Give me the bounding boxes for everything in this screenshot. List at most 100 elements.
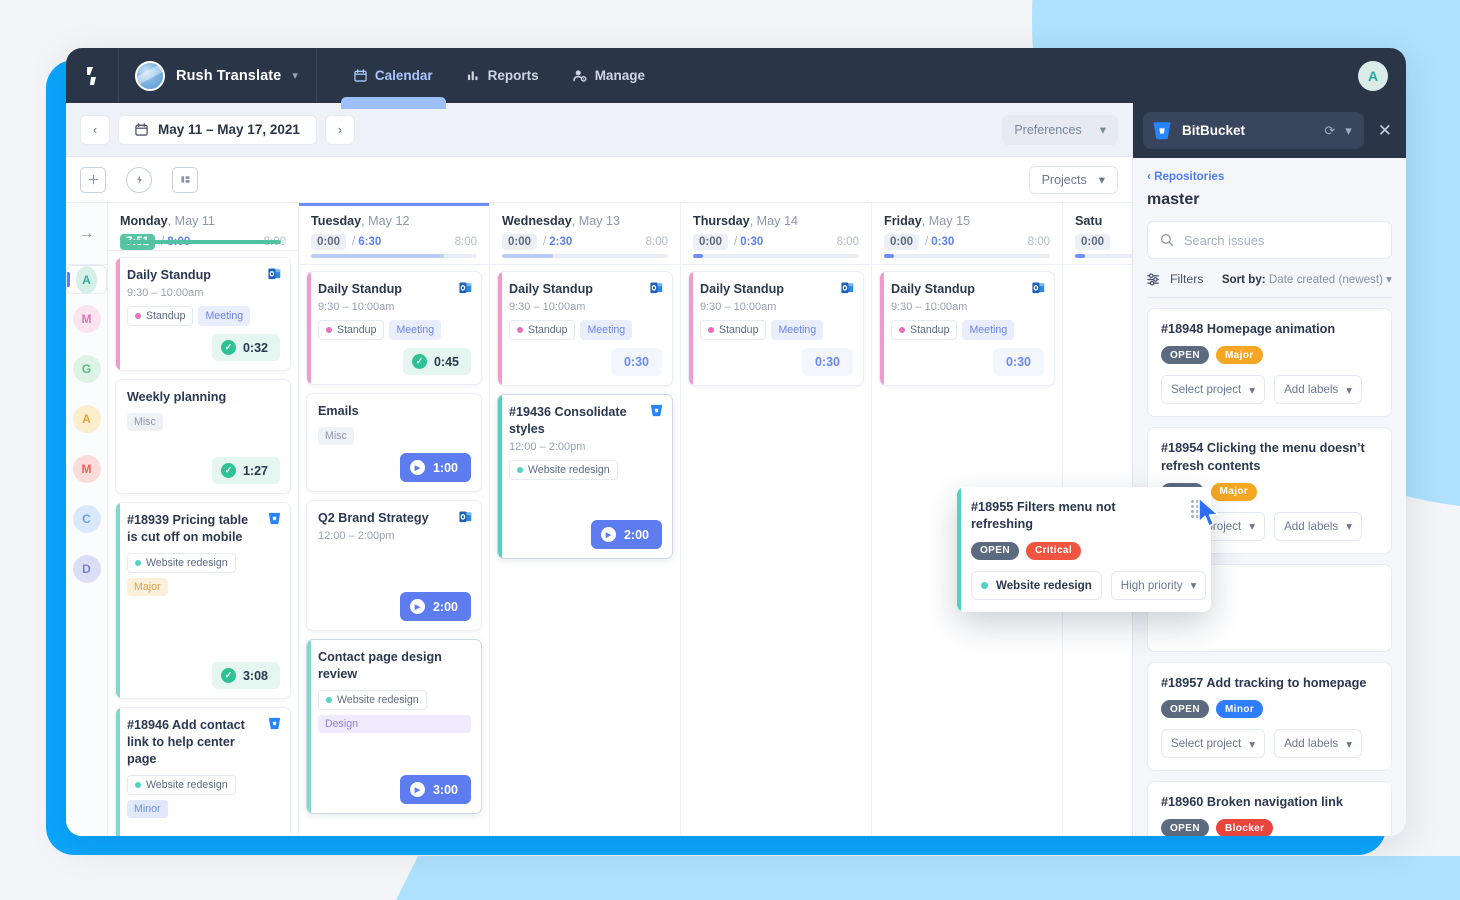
day-weekday: Friday bbox=[884, 214, 922, 228]
play-icon: ▶ bbox=[409, 782, 425, 797]
status-badge: OPEN bbox=[1161, 819, 1209, 836]
issue-card[interactable]: #18957 Add tracking to homepage OPEN Minor… bbox=[1147, 661, 1392, 772]
card-accent-stripe bbox=[116, 258, 120, 370]
event-tag[interactable]: Major bbox=[127, 578, 168, 596]
close-icon[interactable]: ✕ bbox=[1378, 121, 1392, 141]
event-tag[interactable]: Standup bbox=[891, 320, 958, 340]
tracked-time-pill[interactable]: ✓ 3:08 bbox=[211, 662, 280, 689]
event-tag[interactable]: Standup bbox=[700, 320, 767, 340]
event-card[interactable]: #18946 Add contact link to help center p… bbox=[115, 707, 291, 836]
refresh-icon[interactable]: ⟳ bbox=[1324, 123, 1335, 139]
project-select[interactable]: Select project ▾ bbox=[1161, 375, 1266, 405]
rail-avatar-6[interactable]: D bbox=[66, 544, 107, 594]
event-tag[interactable]: Design bbox=[318, 715, 471, 733]
planned-time-pill[interactable]: 0:30 bbox=[992, 348, 1044, 376]
event-card[interactable]: Emails Misc ▶ 1:00 bbox=[306, 393, 482, 492]
expand-rail-button[interactable]: → bbox=[66, 203, 107, 265]
avatar: D bbox=[72, 555, 101, 583]
integration-selector[interactable]: BitBucket ⟳ ▾ bbox=[1143, 112, 1364, 149]
event-title: Contact page design review bbox=[318, 650, 442, 681]
event-tag[interactable]: Meeting bbox=[962, 320, 1015, 340]
rail-avatar-1[interactable]: M bbox=[66, 294, 107, 344]
rail-avatar-5[interactable]: C bbox=[66, 494, 107, 544]
rail-avatar-3[interactable]: A bbox=[66, 394, 107, 444]
event-tag[interactable]: Meeting bbox=[580, 320, 633, 340]
event-footer: ✓ 1:27 bbox=[127, 457, 280, 484]
filters-label[interactable]: Filters bbox=[1170, 272, 1203, 286]
nav-tab-reports[interactable]: Reports bbox=[450, 48, 556, 103]
rail-avatar-0[interactable]: A bbox=[66, 265, 107, 294]
event-card[interactable]: Weekly planning Misc ✓ 1:27 bbox=[115, 379, 291, 494]
event-tag[interactable]: Standup bbox=[127, 306, 194, 326]
rail-avatar-2[interactable]: G bbox=[66, 344, 107, 394]
start-timer-button[interactable] bbox=[126, 166, 152, 193]
start-timer-pill[interactable]: ▶ 2:00 bbox=[399, 592, 471, 621]
status-badge: OPEN bbox=[1161, 346, 1209, 365]
tracked-time-pill[interactable]: ✓ 0:45 bbox=[402, 348, 471, 375]
event-tag[interactable]: Meeting bbox=[389, 320, 442, 340]
labels-select[interactable]: Add labels ▾ bbox=[1274, 375, 1363, 405]
rail-avatar-4[interactable]: M bbox=[66, 444, 107, 494]
event-tag[interactable]: Website redesign bbox=[509, 460, 618, 480]
event-card[interactable]: Daily Standup 9:30 – 10:00am Standup Meetin… bbox=[497, 271, 673, 386]
planned-time-pill[interactable]: 0:30 bbox=[801, 348, 853, 376]
start-timer-pill[interactable]: ▶ 3:00 bbox=[399, 775, 471, 804]
event-card[interactable]: #19436 Consolidate styles 12:00 – 2:00pm W… bbox=[497, 394, 673, 559]
event-card[interactable]: #18939 Pricing table is cut off on mobil… bbox=[115, 502, 291, 699]
event-tag[interactable]: Standup bbox=[509, 320, 576, 340]
event-tag[interactable]: Misc bbox=[127, 413, 163, 431]
labels-select[interactable]: Add labels ▾ bbox=[1274, 511, 1363, 541]
event-tag[interactable]: Misc bbox=[318, 427, 354, 445]
avatar[interactable]: A bbox=[1358, 60, 1388, 91]
planned-time-pill[interactable]: 0:30 bbox=[610, 348, 662, 376]
prev-week-button[interactable]: ‹ bbox=[80, 114, 110, 145]
event-tag[interactable]: Minor bbox=[127, 800, 168, 818]
tracked-time-pill[interactable]: ✓ 1:27 bbox=[211, 457, 280, 484]
event-card[interactable]: Daily Standup 9:30 – 10:00am Standup Meetin… bbox=[879, 271, 1055, 386]
event-tag[interactable]: Website redesign bbox=[127, 553, 236, 573]
app-logo[interactable] bbox=[66, 48, 119, 103]
calendar-pane: ‹ May 11 – May 17, 2021 › Preferences ▾ bbox=[66, 103, 1132, 836]
preferences-button[interactable]: Preferences ▾ bbox=[1002, 114, 1118, 145]
issue-card[interactable]: #18960 Broken navigation link OPEN Blocker… bbox=[1147, 781, 1392, 836]
nav-tab-manage[interactable]: Manage bbox=[556, 48, 662, 103]
nav-tab-calendar[interactable]: Calendar bbox=[337, 48, 450, 109]
day-progress-bar bbox=[693, 254, 859, 258]
day-goal: /2:30 bbox=[543, 236, 573, 248]
dragged-issue-controls: Website redesign High priority ▾ bbox=[971, 570, 1207, 600]
event-card[interactable]: Daily Standup 9:30 – 10:00am Standup Meetin… bbox=[688, 271, 864, 386]
start-timer-pill[interactable]: ▶ 2:00 bbox=[590, 520, 662, 549]
project-select[interactable]: Select project ▾ bbox=[1161, 729, 1266, 759]
chevron-down-icon[interactable]: ▾ bbox=[1345, 123, 1352, 139]
date-range-picker[interactable]: May 11 – May 17, 2021 bbox=[118, 114, 317, 145]
add-entry-button[interactable] bbox=[80, 166, 106, 193]
labels-select[interactable]: Add labels ▾ bbox=[1274, 729, 1363, 759]
workspace-switcher[interactable]: Rush Translate ▾ bbox=[119, 48, 317, 103]
estimated-time-value: 1:00 bbox=[432, 460, 458, 475]
issue-controls: Select project ▾ Add labels ▾ bbox=[1161, 375, 1379, 405]
event-tag[interactable]: Website redesign bbox=[127, 775, 236, 795]
event-tag[interactable]: Website redesign bbox=[318, 690, 427, 710]
event-tag[interactable]: Meeting bbox=[198, 306, 251, 326]
select-label: Add labels bbox=[1284, 383, 1339, 397]
event-tag[interactable]: Standup bbox=[318, 320, 385, 340]
event-card[interactable]: Contact page design review Website redesi… bbox=[306, 639, 482, 814]
sort-control[interactable]: Sort by: Date created (newest) ▾ bbox=[1222, 272, 1392, 286]
start-timer-pill[interactable]: ▶ 1:00 bbox=[399, 453, 471, 482]
search-input[interactable] bbox=[1184, 232, 1379, 248]
tracked-time-pill[interactable]: ✓ 0:32 bbox=[211, 334, 280, 361]
board-view-button[interactable] bbox=[172, 166, 198, 193]
projects-filter-button[interactable]: Projects ▾ bbox=[1028, 165, 1118, 194]
event-card[interactable]: Daily Standup 9:30 – 10:00am Standup Meetin… bbox=[115, 257, 291, 371]
event-tag[interactable]: Meeting bbox=[771, 320, 824, 340]
event-tag-label: Website redesign bbox=[528, 464, 610, 476]
priority-select[interactable]: High priority ▾ bbox=[1110, 570, 1207, 600]
dragged-issue-card[interactable]: #18955 Filters menu not refreshing OPEN C… bbox=[957, 487, 1211, 612]
issue-card[interactable]: #18948 Homepage animation OPEN Major Select… bbox=[1147, 308, 1392, 418]
event-card[interactable]: Daily Standup 9:30 – 10:00am Standup Meetin… bbox=[306, 271, 482, 385]
next-week-button[interactable]: › bbox=[324, 114, 355, 145]
breadcrumb[interactable]: ‹ Repositories bbox=[1147, 170, 1392, 183]
event-card[interactable]: Q2 Brand Strategy 12:00 – 2:00pm ▶ 2:00 bbox=[306, 500, 482, 631]
project-select[interactable]: Website redesign bbox=[971, 570, 1102, 600]
search-box[interactable] bbox=[1147, 221, 1392, 259]
